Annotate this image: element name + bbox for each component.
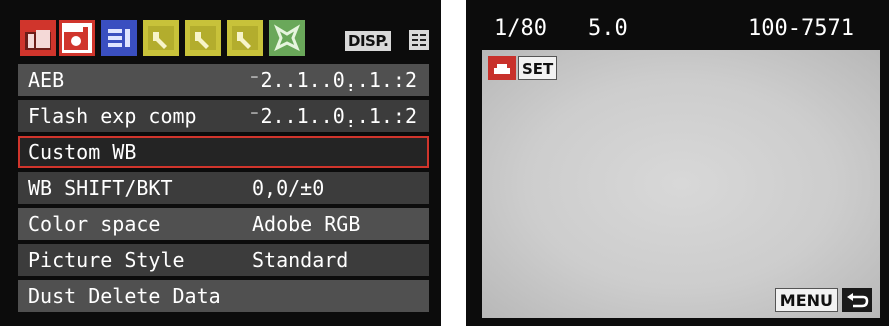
tab-my-menu[interactable] (269, 20, 305, 56)
menu-item-value: Adobe RGB (252, 212, 361, 236)
menu-item-picture-style[interactable]: Picture Style Standard (18, 244, 429, 276)
image-preview: SET MENU (482, 50, 880, 318)
menu-item-label: WB SHIFT/BKT (28, 176, 173, 200)
menu-item-label: Color space (28, 212, 161, 236)
exposure-info-bar: 1/80 5.0 100-7571 (466, 0, 889, 50)
camera-menu-screen: DISP. AEB ⁻2..1..0̣..1.:2 Flash exp comp… (0, 0, 441, 326)
camera-icon (25, 30, 51, 50)
aperture-value: 5.0 (588, 16, 628, 41)
menu-item-value: 0,0/±0 (252, 176, 325, 200)
camera-icon (64, 27, 88, 50)
set-label: SET (518, 56, 558, 80)
tab-shooting-1[interactable] (20, 20, 56, 56)
menu-label: MENU (774, 288, 838, 312)
file-number: 100-7571 (748, 16, 854, 41)
tab-setup-3[interactable] (227, 20, 263, 56)
wrench-icon (232, 26, 258, 50)
menu-list: AEB ⁻2..1..0̣..1.:2 Flash exp comp ⁻2..1… (18, 64, 429, 316)
tab-shooting-2[interactable] (59, 20, 95, 56)
disp-label: DISP. (345, 31, 392, 51)
menu-item-label: Picture Style (28, 248, 185, 272)
menu-item-value: ⁻2..1..0̣..1.:2 (248, 68, 417, 92)
tab-playback[interactable] (101, 20, 137, 56)
menu-item-value: Standard (252, 248, 349, 272)
wrench-icon (190, 26, 216, 50)
menu-item-label: AEB (28, 68, 65, 92)
shutter-speed: 1/80 (494, 16, 547, 41)
menu-item-label: Custom WB (28, 140, 137, 164)
wrench-icon (148, 26, 174, 50)
menu-item-label: Flash exp comp (28, 104, 197, 128)
menu-item-aeb[interactable]: AEB ⁻2..1..0̣..1.:2 (18, 64, 429, 96)
star-icon (273, 24, 301, 52)
custom-wb-preview-screen: 1/80 5.0 100-7571 SET MENU (466, 0, 889, 326)
menu-item-dust-delete-data[interactable]: Dust Delete Data (18, 280, 429, 312)
tab-setup-2[interactable] (185, 20, 221, 56)
menu-item-flash-exp-comp[interactable]: Flash exp comp ⁻2..1..0̣..1.:2 (18, 100, 429, 132)
menu-item-value: ⁻2..1..0̣..1.:2 (248, 104, 417, 128)
white-balance-icon (488, 56, 516, 80)
return-arrow-icon (842, 288, 872, 312)
playback-icon (108, 29, 130, 47)
menu-item-label: Dust Delete Data (28, 284, 221, 308)
menu-item-color-space[interactable]: Color space Adobe RGB (18, 208, 429, 240)
info-grid-icon (409, 30, 429, 50)
tab-setup-1[interactable] (143, 20, 179, 56)
menu-tab-bar: DISP. (20, 20, 431, 56)
menu-item-custom-wb[interactable]: Custom WB (18, 136, 429, 168)
menu-item-wb-shift-bkt[interactable]: WB SHIFT/BKT 0,0/±0 (18, 172, 429, 204)
